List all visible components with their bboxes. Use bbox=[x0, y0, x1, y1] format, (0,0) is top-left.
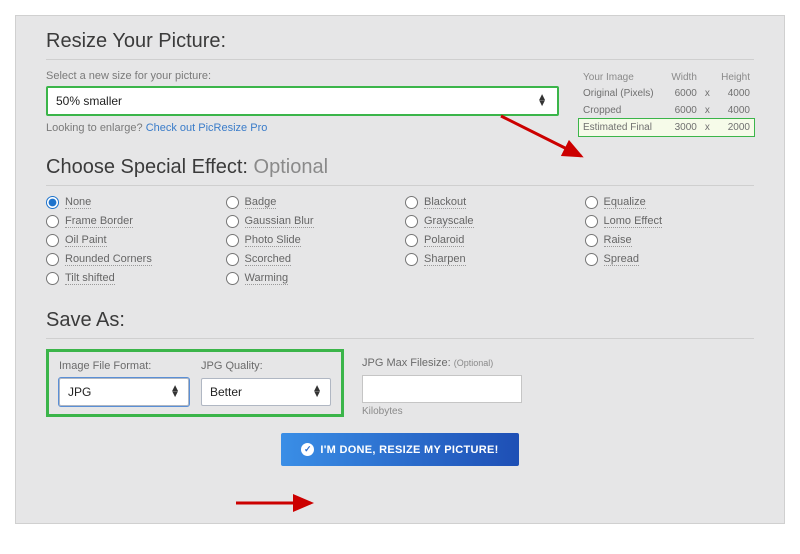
effect-radio[interactable] bbox=[226, 234, 239, 247]
format-label: Image File Format: bbox=[59, 360, 189, 372]
effect-option[interactable]: Polaroid bbox=[405, 234, 575, 247]
effect-option[interactable]: Badge bbox=[226, 196, 396, 209]
format-select[interactable]: JPG ▲▼ bbox=[59, 378, 189, 406]
save-highlight-box: Image File Format: JPG ▲▼ JPG Quality: B… bbox=[46, 349, 344, 417]
effect-radio[interactable] bbox=[405, 234, 418, 247]
effect-option[interactable]: Oil Paint bbox=[46, 234, 216, 247]
select-arrows-icon: ▲▼ bbox=[170, 386, 180, 398]
effect-radio[interactable] bbox=[46, 234, 59, 247]
row-original: Original (Pixels) 6000 x 4000 bbox=[579, 85, 754, 102]
effect-label: Blackout bbox=[424, 196, 466, 209]
effect-option[interactable]: Warming bbox=[226, 272, 396, 285]
effect-option[interactable]: Rounded Corners bbox=[46, 253, 216, 266]
effect-radio[interactable] bbox=[46, 196, 59, 209]
effect-radio[interactable] bbox=[585, 196, 598, 209]
effect-radio[interactable] bbox=[226, 196, 239, 209]
effect-label: Scorched bbox=[245, 253, 291, 266]
quality-label: JPG Quality: bbox=[201, 360, 331, 372]
effect-label: Raise bbox=[604, 234, 632, 247]
effect-radio[interactable] bbox=[46, 253, 59, 266]
enlarge-text: Looking to enlarge? Check out PicResize … bbox=[46, 122, 559, 134]
divider bbox=[46, 338, 754, 339]
effect-radio[interactable] bbox=[585, 215, 598, 228]
effect-option[interactable]: Sharpen bbox=[405, 253, 575, 266]
max-filesize-input[interactable] bbox=[362, 375, 522, 403]
effect-option[interactable]: Photo Slide bbox=[226, 234, 396, 247]
resize-form: Resize Your Picture: Select a new size f… bbox=[15, 15, 785, 524]
dimensions-table: Your Image Width Height Original (Pixels… bbox=[579, 70, 754, 136]
effect-option[interactable]: Blackout bbox=[405, 196, 575, 209]
row-estimated: Estimated Final 3000 x 2000 bbox=[579, 119, 754, 136]
row-cropped: Cropped 6000 x 4000 bbox=[579, 102, 754, 119]
effect-radio[interactable] bbox=[226, 272, 239, 285]
maxfs-label: JPG Max Filesize: (Optional) bbox=[362, 357, 522, 369]
effect-option[interactable]: Spread bbox=[585, 253, 755, 266]
effects-grid: None Badge Blackout Equalize Frame Border Gau… bbox=[46, 196, 754, 285]
quality-select[interactable]: Better ▲▼ bbox=[201, 378, 331, 406]
effect-radio[interactable] bbox=[46, 272, 59, 285]
size-select-value: 50% smaller bbox=[56, 94, 122, 108]
size-label: Select a new size for your picture: bbox=[46, 70, 559, 82]
effect-label: Badge bbox=[245, 196, 277, 209]
kilobytes-label: Kilobytes bbox=[362, 406, 522, 417]
effect-label: Grayscale bbox=[424, 215, 474, 228]
effect-label: Rounded Corners bbox=[65, 253, 152, 266]
effect-label: Photo Slide bbox=[245, 234, 301, 247]
select-arrows-icon: ▲▼ bbox=[537, 95, 547, 107]
done-button[interactable]: ✓ I'M DONE, RESIZE MY PICTURE! bbox=[281, 433, 518, 466]
effect-option[interactable]: Frame Border bbox=[46, 215, 216, 228]
effect-option[interactable]: Equalize bbox=[585, 196, 755, 209]
effect-option[interactable]: None bbox=[46, 196, 216, 209]
effect-label: Oil Paint bbox=[65, 234, 107, 247]
effect-option[interactable]: Raise bbox=[585, 234, 755, 247]
effect-label: Tilt shifted bbox=[65, 272, 115, 285]
picresize-pro-link[interactable]: Check out PicResize Pro bbox=[146, 122, 268, 134]
select-arrows-icon: ▲▼ bbox=[312, 386, 322, 398]
effect-option[interactable]: Scorched bbox=[226, 253, 396, 266]
effect-radio[interactable] bbox=[226, 253, 239, 266]
effects-title: Choose Special Effect: Optional bbox=[46, 156, 754, 179]
effect-radio[interactable] bbox=[405, 253, 418, 266]
effect-option[interactable]: Grayscale bbox=[405, 215, 575, 228]
annotation-arrow-icon bbox=[231, 491, 321, 516]
effect-radio[interactable] bbox=[226, 215, 239, 228]
effect-label: Warming bbox=[245, 272, 289, 285]
effect-radio[interactable] bbox=[46, 215, 59, 228]
divider bbox=[46, 185, 754, 186]
effect-label: None bbox=[65, 196, 91, 209]
effect-label: Equalize bbox=[604, 196, 646, 209]
effect-label: Lomo Effect bbox=[604, 215, 663, 228]
effect-option[interactable]: Lomo Effect bbox=[585, 215, 755, 228]
effect-label: Gaussian Blur bbox=[245, 215, 314, 228]
divider bbox=[46, 59, 754, 60]
effect-radio[interactable] bbox=[585, 234, 598, 247]
effect-radio[interactable] bbox=[405, 215, 418, 228]
effect-option[interactable]: Tilt shifted bbox=[46, 272, 216, 285]
effect-label: Spread bbox=[604, 253, 639, 266]
check-icon: ✓ bbox=[301, 443, 314, 456]
saveas-title: Save As: bbox=[46, 309, 754, 332]
effect-option[interactable]: Gaussian Blur bbox=[226, 215, 396, 228]
effect-radio[interactable] bbox=[585, 253, 598, 266]
resize-title: Resize Your Picture: bbox=[46, 30, 754, 53]
effect-label: Frame Border bbox=[65, 215, 133, 228]
size-select[interactable]: 50% smaller ▲▼ bbox=[46, 86, 559, 116]
effect-label: Polaroid bbox=[424, 234, 464, 247]
effect-radio[interactable] bbox=[405, 196, 418, 209]
effect-label: Sharpen bbox=[424, 253, 466, 266]
